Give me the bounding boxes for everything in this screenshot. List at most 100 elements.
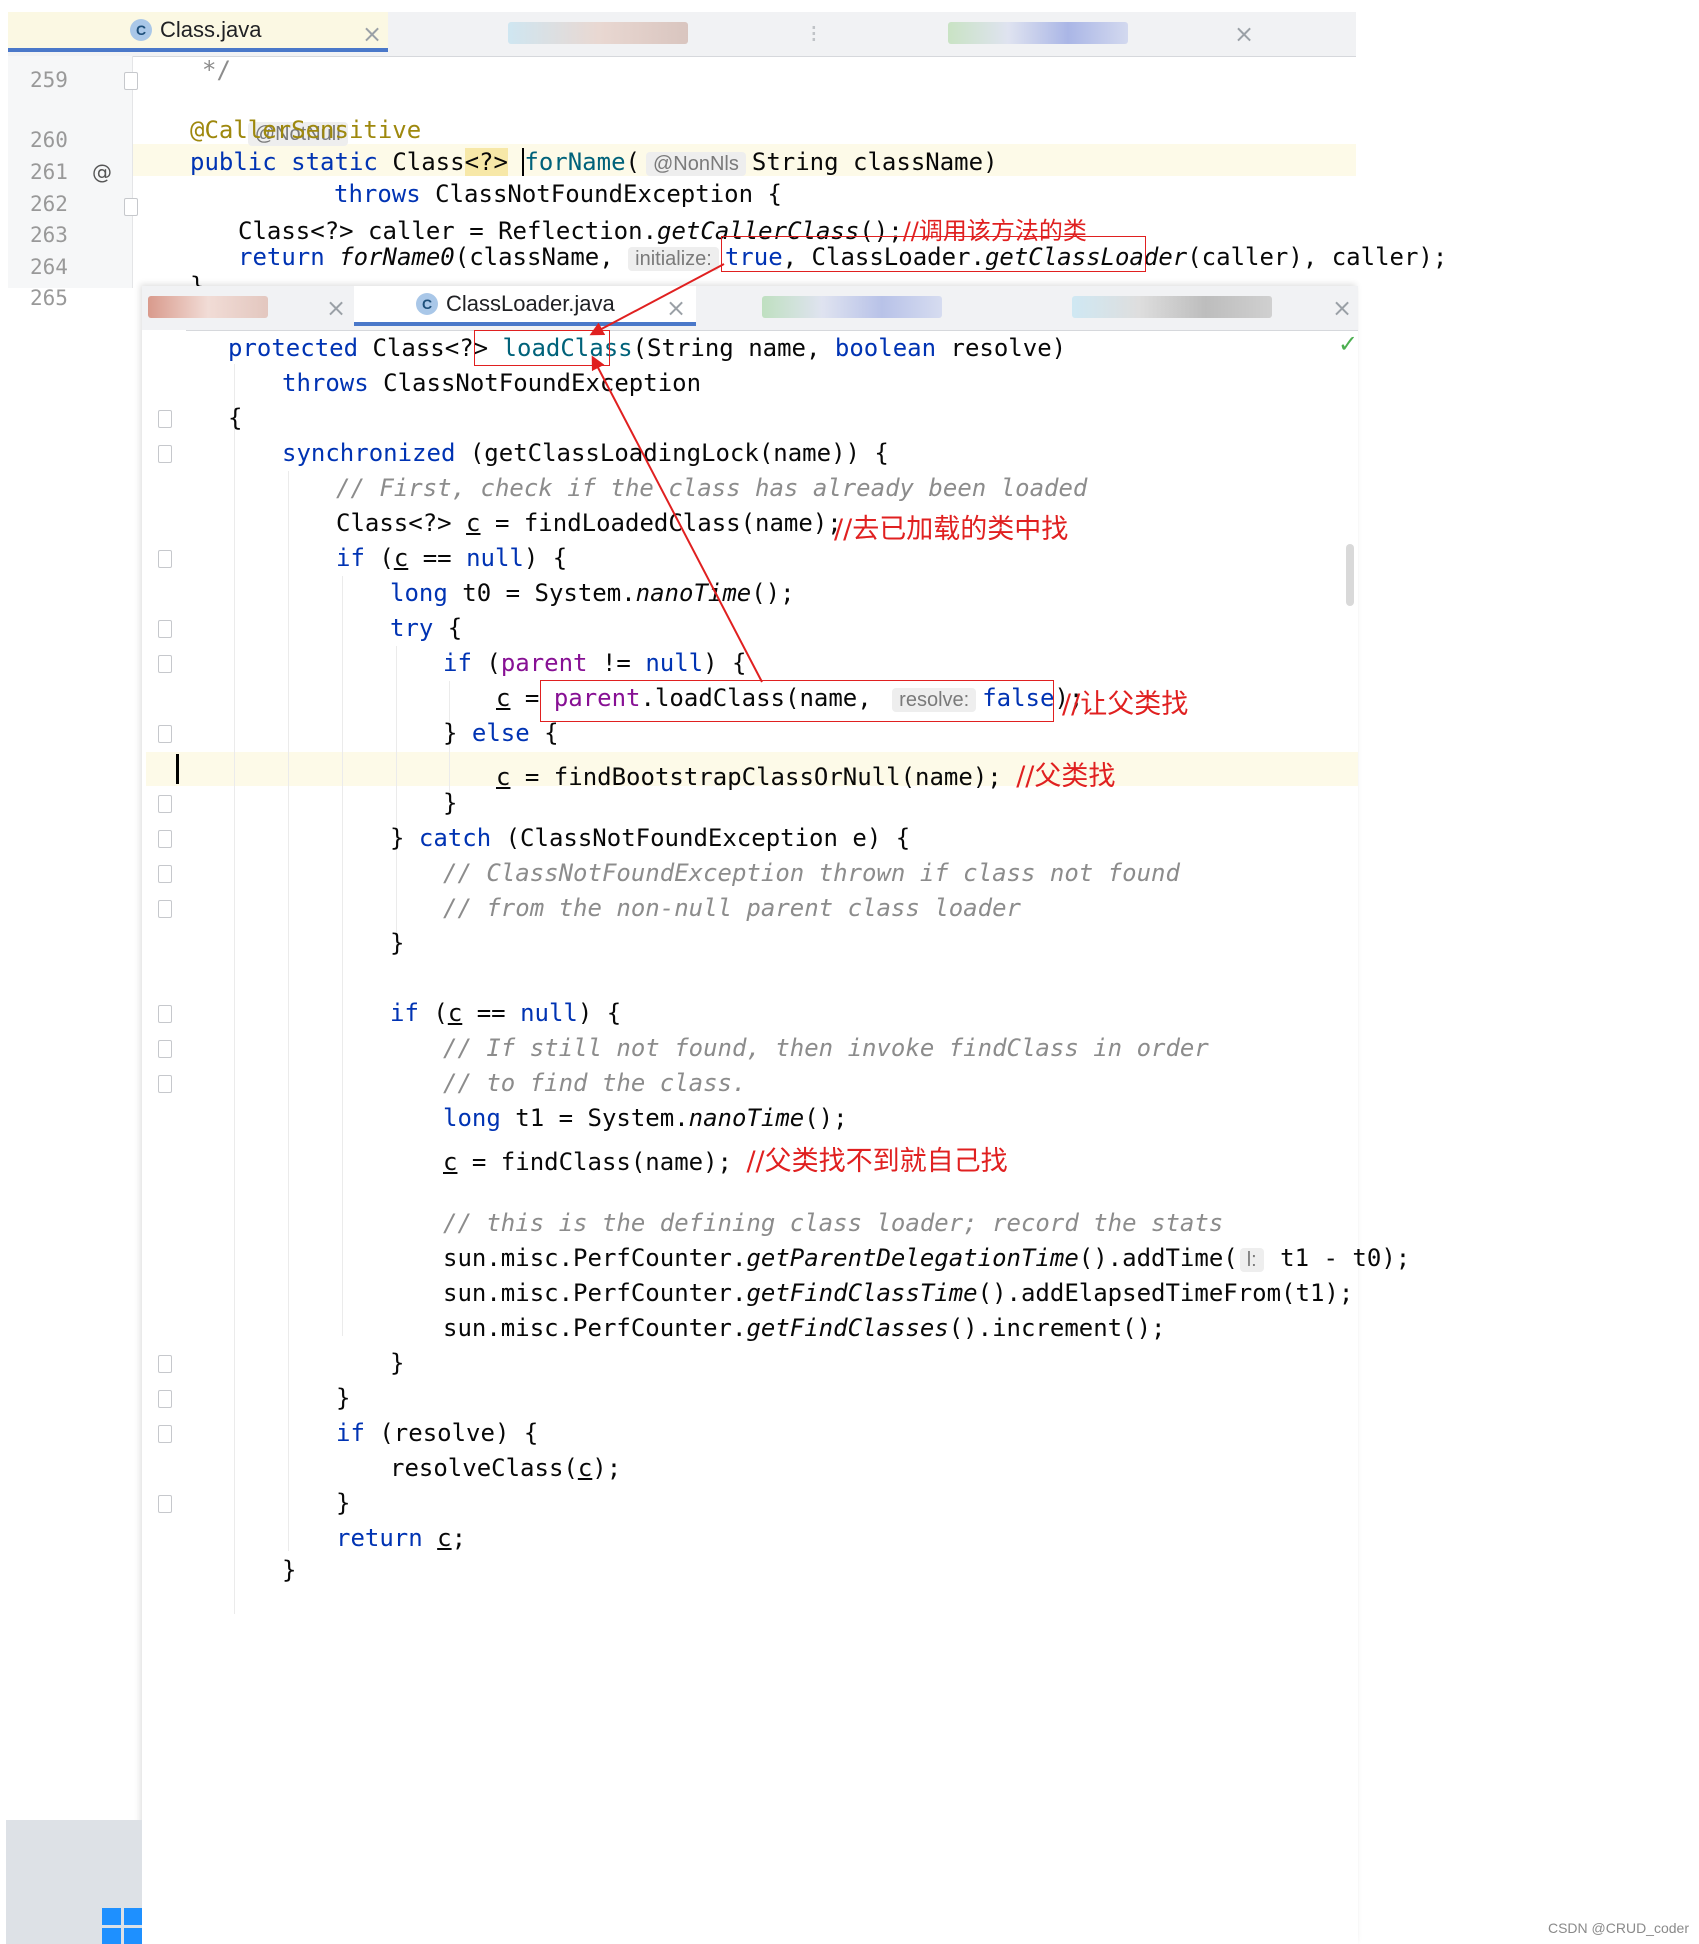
fold-marker-icon[interactable]: [158, 1075, 172, 1093]
code-token: parent: [500, 649, 588, 677]
close-tab-icon[interactable]: ×: [1234, 20, 1254, 48]
close-tab-icon[interactable]: ⁝: [810, 20, 818, 48]
code-token: catch: [418, 824, 492, 852]
close-tab-icon[interactable]: ×: [1332, 294, 1352, 322]
code-line: protected Class<?> loadClass(String name…: [228, 334, 1066, 362]
fold-marker-icon[interactable]: [158, 1425, 172, 1443]
code-token: else: [471, 719, 530, 747]
code-token: ().addTime(: [1078, 1244, 1238, 1272]
code-token: null: [645, 649, 704, 677]
code-token: if: [336, 544, 365, 572]
fold-marker-icon[interactable]: [158, 655, 172, 673]
code-token: c: [577, 1454, 593, 1482]
editor-tab-bar: C Class.java × ⁝ ×: [8, 12, 1356, 57]
fold-marker-icon[interactable]: [158, 830, 172, 848]
annotation-note: //让父类找: [1062, 689, 1189, 720]
scrollbar-thumb[interactable]: [1346, 544, 1354, 606]
fold-marker-icon[interactable]: [158, 550, 172, 568]
fold-marker-icon[interactable]: [158, 795, 172, 813]
inlay-hint: initialize:: [628, 247, 719, 271]
code-token: t0 = System.: [447, 579, 636, 607]
annotation-note: //父类找: [1016, 761, 1116, 792]
code-token: !=: [587, 649, 646, 677]
code-line: throws ClassNotFoundException {: [334, 180, 782, 208]
code-line: } catch (ClassNotFoundException e) {: [390, 824, 910, 852]
code-token: ().addElapsedTimeFrom(t1);: [977, 1279, 1354, 1307]
close-tab-icon[interactable]: ×: [362, 20, 382, 48]
indent-guide: [342, 576, 343, 1336]
line-number: 265: [30, 286, 68, 310]
annotation-note: //去已加载的类中找: [834, 514, 1069, 545]
code-line: c = findBootstrapClassOrNull(name); //父类…: [496, 754, 1115, 793]
windows-start-icon[interactable]: [102, 1908, 142, 1944]
code-token: sun.misc.PerfCounter.: [443, 1244, 747, 1272]
fold-marker-icon[interactable]: [158, 1495, 172, 1513]
code-token: t1 = System.: [500, 1104, 689, 1132]
code-line: if (resolve) {: [336, 1419, 538, 1447]
code-token: sun.misc.PerfCounter.: [443, 1314, 747, 1342]
fold-marker-icon[interactable]: [158, 445, 172, 463]
tab-class-java[interactable]: C Class.java: [8, 12, 388, 52]
line-number-gutter: 259 260 261 @ 262 263 264 265: [8, 56, 138, 310]
code-token: if: [390, 999, 419, 1027]
code-line: try {: [390, 614, 462, 642]
code-token: ) {: [523, 544, 568, 572]
code-line: if (c == null) {: [336, 544, 567, 572]
java-class-icon: C: [416, 293, 438, 315]
tab-label: ClassLoader.java: [446, 291, 615, 316]
code-token: = findBootstrapClassOrNull(name);: [510, 763, 1002, 791]
tab-classloader-java[interactable]: C ClassLoader.java: [354, 286, 696, 326]
code-token: Class: [392, 148, 465, 176]
fold-marker-icon[interactable]: [124, 72, 138, 90]
code-token: c: [496, 763, 511, 791]
fold-marker-icon[interactable]: [158, 1355, 172, 1373]
code-line: }: [390, 929, 405, 957]
code-token: getParentDelegationTime: [746, 1244, 1079, 1272]
fold-marker-icon[interactable]: [158, 865, 172, 883]
code-token: boolean: [834, 334, 937, 362]
highlight-box-loadclass: [474, 330, 610, 366]
watermark: CSDN @CRUD_coder: [1547, 1920, 1689, 1936]
close-tab-icon[interactable]: ×: [666, 294, 686, 322]
no-problems-check-icon[interactable]: ✓: [1338, 330, 1358, 358]
blurred-tab: [1072, 296, 1272, 318]
code-token: );: [592, 1454, 622, 1482]
code-line: }: [282, 1556, 297, 1584]
code-token: ClassNotFoundException: [368, 369, 702, 397]
class-java-editor: C Class.java × ⁝ × 259 260 261 @ 262 263…: [8, 12, 1447, 310]
code-line: sun.misc.PerfCounter.getFindClasses().in…: [443, 1314, 1165, 1342]
close-tab-icon[interactable]: ×: [326, 294, 346, 322]
code-token: long: [390, 579, 448, 607]
fold-marker-icon[interactable]: [158, 1390, 172, 1408]
code-line: }: [336, 1384, 351, 1412]
code-line: resolveClass(c);: [390, 1454, 621, 1482]
highlight-box-parent-loadclass: [540, 680, 1054, 722]
code-token: if: [443, 649, 472, 677]
indent-guide: [234, 364, 235, 1614]
code-token: (ClassNotFoundException e) {: [491, 824, 911, 852]
code-token: nanoTime: [688, 1104, 805, 1132]
fold-marker-icon[interactable]: [158, 900, 172, 918]
code-token: {: [529, 719, 559, 747]
code-token: if: [336, 1419, 365, 1447]
indent-guide: [288, 471, 289, 1551]
override-marker-icon[interactable]: @: [92, 160, 112, 184]
code-token: c: [393, 544, 409, 572]
code-line: long t0 = System.nanoTime();: [390, 579, 795, 607]
line-number: 262: [30, 192, 68, 216]
code-token: c: [437, 1524, 452, 1552]
code-token: c: [496, 684, 511, 712]
code-line: @CallerSensitive: [190, 116, 422, 144]
blurred-tab: [762, 296, 942, 318]
fold-marker-icon[interactable]: [124, 198, 138, 216]
code-line: {: [228, 404, 243, 432]
fold-marker-icon[interactable]: [158, 410, 172, 428]
fold-marker-icon[interactable]: [158, 725, 172, 743]
code-token: sun.misc.PerfCounter.: [443, 1279, 747, 1307]
code-token: (resolve) {: [364, 1419, 539, 1447]
code-comment: // this is the defining class loader; re…: [443, 1209, 1224, 1237]
inlay-hint: @NonNls: [645, 152, 746, 176]
fold-marker-icon[interactable]: [158, 1005, 172, 1023]
fold-marker-icon[interactable]: [158, 1040, 172, 1058]
fold-marker-icon[interactable]: [158, 620, 172, 638]
